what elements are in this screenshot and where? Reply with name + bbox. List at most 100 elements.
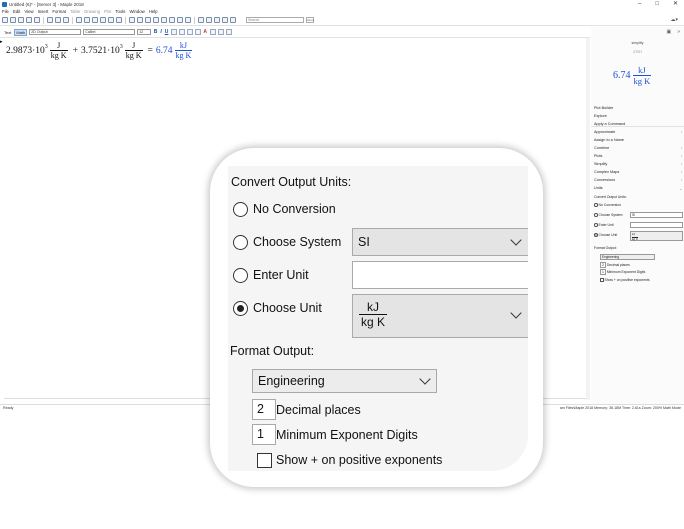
mini-checkbox-icon[interactable] (600, 278, 604, 282)
open-icon[interactable] (10, 17, 16, 23)
menu-view[interactable]: View (24, 9, 33, 14)
format-select[interactable]: Engineering (252, 369, 437, 393)
highlight-icon[interactable] (209, 29, 216, 35)
maximize-button[interactable]: □ (655, 0, 659, 8)
style-select[interactable]: 2D Output (29, 29, 82, 35)
save-icon[interactable] (18, 17, 24, 23)
close-button[interactable]: ✕ (673, 0, 678, 8)
ctx-item-conversions[interactable]: Conversions › (594, 178, 682, 182)
choose-unit-radio[interactable] (233, 301, 248, 316)
mini-radio-checked-icon[interactable] (594, 233, 598, 237)
min-exponent-input[interactable]: 1 (252, 424, 276, 445)
align-center-icon[interactable] (178, 29, 185, 35)
panel-pin-icon[interactable]: ▣ (666, 29, 671, 35)
menu-window[interactable]: Window (129, 9, 144, 14)
mini-choose-system[interactable]: Choose System (594, 213, 622, 217)
mini-enter-unit-field[interactable] (630, 222, 683, 228)
choose-system-radio[interactable] (233, 235, 248, 250)
bold-icon[interactable]: B (153, 29, 158, 35)
indent-icon[interactable] (129, 17, 135, 23)
ctx-item-plots[interactable]: Plots › (594, 154, 682, 158)
font-select[interactable]: Calibri (83, 29, 136, 35)
mini-format-select[interactable]: Engineering (600, 254, 655, 260)
cloud-icon[interactable]: ☁▾ (670, 17, 678, 23)
menu-plot[interactable]: Plot (104, 9, 111, 14)
mini-no-conversion[interactable]: No Conversion (594, 203, 621, 207)
redo-icon[interactable] (84, 17, 90, 23)
undo-icon[interactable] (76, 17, 82, 23)
ctx-item-approximate[interactable]: Approximate › (594, 130, 682, 134)
decimal-places-input[interactable]: 2 (252, 399, 276, 420)
execute-all-icon[interactable] (153, 17, 159, 23)
search-input[interactable]: Search (246, 17, 304, 23)
mini-unit-select[interactable]: kJ kg K (630, 231, 683, 241)
paste-icon[interactable] (63, 17, 69, 23)
minimize-button[interactable]: – (638, 0, 641, 8)
stop-icon[interactable] (161, 17, 167, 23)
font-size-select[interactable]: 12 (137, 29, 152, 35)
copy-icon[interactable] (55, 17, 61, 23)
mini-choose-unit[interactable]: Choose Unit (594, 233, 617, 237)
math-icon[interactable] (100, 17, 106, 23)
align-right-icon[interactable] (186, 29, 193, 35)
context-panel-icon[interactable] (222, 17, 228, 23)
menu-edit[interactable]: Edit (13, 9, 20, 14)
ctx-item-complex-maps[interactable]: Complex Maps › (594, 170, 682, 174)
ctx-item-assign-name[interactable]: Assign to a Name (594, 138, 682, 142)
menu-help[interactable]: Help (149, 9, 158, 14)
link-icon[interactable] (185, 17, 191, 23)
ctx-item-units[interactable]: Units ⌄ (594, 186, 682, 191)
ctx-item-combine[interactable]: Combine › (594, 146, 682, 150)
mini-enter-unit[interactable]: Enter Unit (594, 223, 614, 227)
ctx-item-simplify[interactable]: Simplify › (594, 162, 682, 166)
search-button[interactable]: Alt+A (306, 17, 314, 23)
text-color-icon[interactable]: A (203, 29, 208, 35)
zoom-icon[interactable] (214, 17, 220, 23)
menu-format[interactable]: Format (52, 9, 66, 14)
enter-unit-radio[interactable] (233, 268, 248, 283)
menu-table[interactable]: Table (70, 9, 80, 14)
show-plus-checkbox[interactable] (257, 453, 272, 468)
panel-collapse-icon[interactable]: » (677, 29, 680, 35)
italic-icon[interactable]: I (160, 29, 162, 35)
restart-icon[interactable] (169, 17, 175, 23)
system-select[interactable]: SI (352, 228, 528, 256)
outdent-icon[interactable] (137, 17, 143, 23)
mini-radio-icon[interactable] (594, 223, 598, 227)
cut-icon[interactable] (47, 17, 53, 23)
execution-group-icon[interactable] (108, 17, 114, 23)
ctx-item-apply-command[interactable]: Apply a Command (594, 122, 682, 126)
mini-radio-icon[interactable] (594, 203, 598, 207)
vertical-scrollbar[interactable] (586, 38, 590, 400)
new-icon[interactable] (2, 17, 8, 23)
mini-system-select[interactable]: SI (630, 212, 683, 218)
mini-exponent-input[interactable]: 1 (600, 269, 606, 275)
no-conversion-radio[interactable] (233, 202, 248, 217)
enter-unit-field[interactable] (352, 261, 528, 289)
zoom-in-icon[interactable] (198, 17, 204, 23)
underline-icon[interactable]: U (164, 29, 169, 35)
mini-radio-icon[interactable] (594, 213, 598, 217)
menu-file[interactable]: File (2, 9, 9, 14)
bullet-list-icon[interactable] (217, 29, 224, 35)
justify-icon[interactable] (194, 29, 201, 35)
zoom-out-icon[interactable] (206, 17, 212, 23)
execute-icon[interactable] (145, 17, 151, 23)
help-icon[interactable] (230, 17, 236, 23)
text-icon[interactable] (92, 17, 98, 23)
mini-show-plus-row[interactable]: Show + on positive exponents (600, 278, 650, 282)
ctx-item-plot-builder[interactable]: Plot Builder (594, 106, 682, 110)
menu-tools[interactable]: Tools (115, 9, 125, 14)
align-left-icon[interactable] (170, 29, 177, 35)
text-mode-tab[interactable]: Text (3, 30, 12, 35)
menu-drawing[interactable]: Drawing (84, 9, 100, 14)
mini-decimal-input[interactable]: 2 (600, 262, 606, 268)
print-icon[interactable] (26, 17, 32, 23)
numbered-list-icon[interactable] (225, 29, 232, 35)
menu-insert[interactable]: Insert (38, 9, 49, 14)
debug-icon[interactable] (177, 17, 183, 23)
print-preview-icon[interactable] (34, 17, 40, 23)
ctx-item-explore[interactable]: Explore (594, 114, 682, 118)
math-mode-tab[interactable]: Math (14, 28, 28, 36)
section-icon[interactable] (116, 17, 122, 23)
